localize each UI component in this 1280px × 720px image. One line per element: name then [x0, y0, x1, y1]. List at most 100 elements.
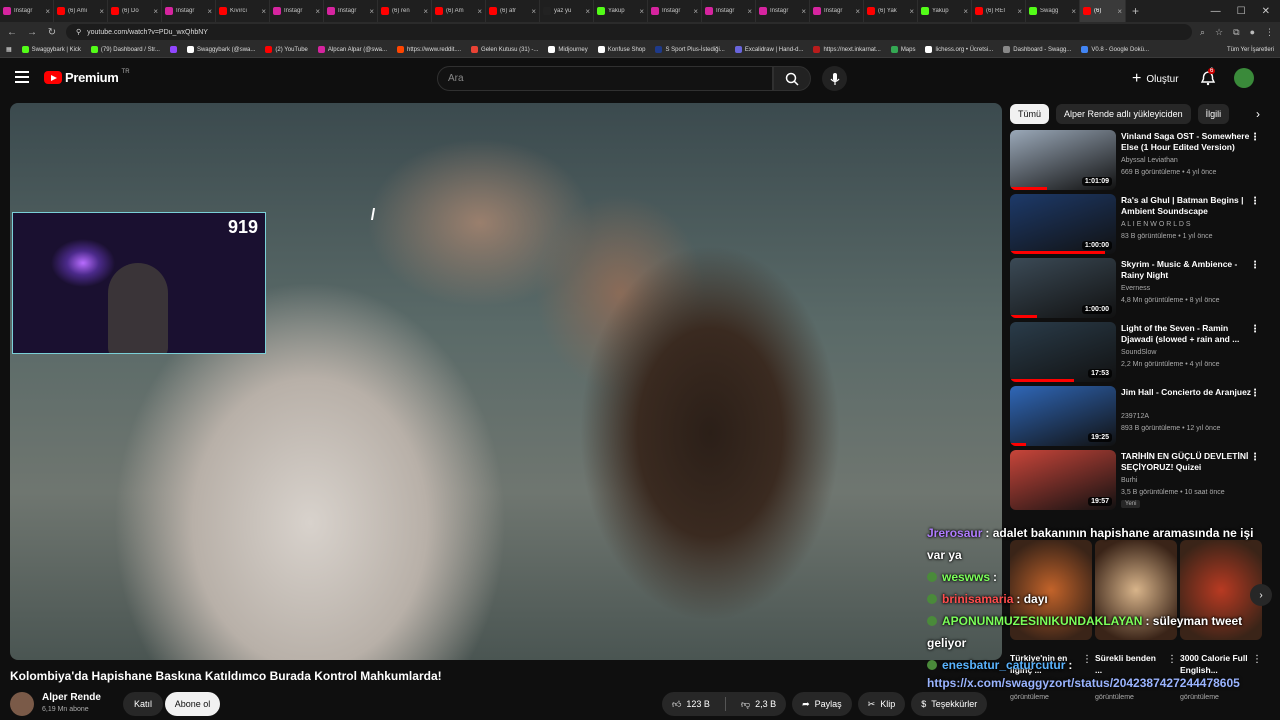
- tab-close-icon[interactable]: ×: [585, 7, 590, 16]
- recommendation-channel[interactable]: 239712A: [1121, 413, 1149, 420]
- forward-icon[interactable]: →: [26, 27, 38, 38]
- bookmark-item[interactable]: Gelen Kutusu (31) -...: [471, 46, 538, 53]
- video-thumbnail[interactable]: 17:53: [1010, 322, 1116, 382]
- bookmark-item[interactable]: [169, 46, 177, 53]
- join-button[interactable]: Katıl: [123, 692, 163, 716]
- tab-close-icon[interactable]: ×: [855, 7, 860, 16]
- recommendation-title[interactable]: Vinland Saga OST - Somewhere Else (1 Hou…: [1121, 131, 1257, 153]
- recommendation-item[interactable]: 1:01:09 Vinland Saga OST - Somewhere Else…: [1010, 130, 1272, 190]
- more-options-icon[interactable]: ⋮: [1250, 324, 1260, 335]
- dislike-button[interactable]: 👎︎ 2,3 B: [731, 692, 786, 716]
- chat-username[interactable]: enesbatur_caturcutur: [942, 658, 1065, 672]
- browser-tab[interactable]: Instagr ×: [810, 0, 864, 22]
- tab-close-icon[interactable]: ×: [693, 7, 698, 16]
- bookmark-item[interactable]: https://www.reddit....: [397, 46, 461, 53]
- recommendation-channel[interactable]: SoundSlow: [1121, 349, 1156, 356]
- chat-username[interactable]: weswws: [942, 570, 990, 584]
- bookmark-item[interactable]: Swaggybark | Kick: [21, 46, 81, 53]
- video-thumbnail[interactable]: 19:25: [1010, 386, 1116, 446]
- bookmark-item[interactable]: S Sport Plus-İstediği...: [655, 46, 725, 53]
- bookmark-item[interactable]: https://next.inkarnat...: [813, 46, 881, 53]
- filter-chip[interactable]: Tümü: [1010, 104, 1050, 124]
- reload-icon[interactable]: ↻: [46, 27, 58, 38]
- recommendation-item[interactable]: 17:53 Light of the Seven - Ramin Djawadi …: [1010, 322, 1272, 382]
- account-avatar[interactable]: [1234, 68, 1254, 88]
- tab-close-icon[interactable]: ×: [153, 7, 158, 16]
- video-player[interactable]: [10, 103, 1002, 660]
- bookmark-item[interactable]: Maps: [890, 46, 915, 53]
- browser-tab[interactable]: Yakup ×: [918, 0, 972, 22]
- maximize-icon[interactable]: ☐: [1237, 6, 1246, 17]
- more-options-icon[interactable]: ⋮: [1250, 260, 1260, 271]
- chat-username[interactable]: Jrerosaur: [927, 526, 982, 540]
- tab-close-icon[interactable]: ×: [1071, 7, 1076, 16]
- minimize-icon[interactable]: —: [1211, 6, 1221, 17]
- more-options-icon[interactable]: ⋮: [1250, 132, 1260, 143]
- like-button[interactable]: 👍︎ 123 B: [662, 692, 720, 716]
- recommendation-item[interactable]: 1:00:00 Ra's al Ghul | Batman Begins | Am…: [1010, 194, 1272, 254]
- search-input[interactable]: [448, 73, 772, 84]
- tab-close-icon[interactable]: ×: [477, 7, 482, 16]
- browser-tab[interactable]: Instagr ×: [702, 0, 756, 22]
- youtube-premium-logo[interactable]: Premium TR: [44, 69, 130, 85]
- browser-tab[interactable]: Instagr ×: [756, 0, 810, 22]
- tab-close-icon[interactable]: ×: [531, 7, 536, 16]
- tab-close-icon[interactable]: ×: [369, 7, 374, 16]
- filter-chip[interactable]: İlgili: [1197, 104, 1230, 124]
- browser-tab[interactable]: Instagr ×: [648, 0, 702, 22]
- channel-name[interactable]: Alper Rende: [42, 692, 101, 703]
- video-thumbnail[interactable]: 1:00:00: [1010, 194, 1116, 254]
- bookmark-item[interactable]: Dashboard - Swagg...: [1003, 46, 1071, 53]
- tab-close-icon[interactable]: ×: [1117, 7, 1122, 16]
- subscribe-button[interactable]: Abone ol: [165, 692, 220, 716]
- chat-link[interactable]: https://x.com/swaggyzort/status/20423874…: [927, 676, 1240, 690]
- chat-username[interactable]: APONUNMUZESINIKUNDAKLAYAN: [942, 614, 1142, 628]
- recommendation-title[interactable]: Ra's al Ghul | Batman Begins | Ambient S…: [1121, 195, 1257, 217]
- more-options-icon[interactable]: ⋮: [1250, 452, 1260, 463]
- tab-close-icon[interactable]: ×: [639, 7, 644, 16]
- back-icon[interactable]: ←: [6, 27, 18, 38]
- tab-close-icon[interactable]: ×: [801, 7, 806, 16]
- share-button[interactable]: ➦ Paylaş: [792, 692, 852, 716]
- bookmark-item[interactable]: lichess.org • Ücretsi...: [925, 46, 993, 53]
- browser-tab[interactable]: (6) afr ×: [486, 0, 540, 22]
- browser-menu-icon[interactable]: ⋮: [1265, 27, 1274, 38]
- browser-tab[interactable]: Instagr ×: [324, 0, 378, 22]
- clip-button[interactable]: ✂ Klip: [857, 692, 906, 716]
- browser-tab[interactable]: Swagg ×: [1026, 0, 1080, 22]
- tab-close-icon[interactable]: ×: [261, 7, 266, 16]
- bookmark-item[interactable]: (2) YouTube: [265, 46, 308, 53]
- menu-icon[interactable]: [15, 71, 29, 83]
- bookmark-item[interactable]: Alpcan Alpar (@swa...: [317, 46, 387, 53]
- tab-close-icon[interactable]: ×: [207, 7, 212, 16]
- tab-close-icon[interactable]: ×: [99, 7, 104, 16]
- tab-close-icon[interactable]: ×: [423, 7, 428, 16]
- chevron-right-icon[interactable]: ›: [1256, 107, 1272, 121]
- browser-tab[interactable]: (6) REI ×: [972, 0, 1026, 22]
- browser-tab[interactable]: yaz yu ×: [540, 0, 594, 22]
- bookmark-item[interactable]: (79) Dashboard / Str...: [90, 46, 160, 53]
- recommendation-title[interactable]: Jim Hall - Concierto de Aranjuez: [1121, 387, 1257, 398]
- channel-avatar[interactable]: [10, 692, 34, 716]
- recommendation-title[interactable]: Skyrim - Music & Ambience - Rainy Night: [1121, 259, 1257, 281]
- url-field[interactable]: ⚲ youtube.com/watch?v=PDu_wxQhbNY: [66, 24, 1192, 40]
- profile-icon[interactable]: ●: [1250, 27, 1255, 38]
- recommendation-channel[interactable]: Burhi: [1121, 477, 1137, 484]
- recommendation-channel[interactable]: Abyssal Leviathan: [1121, 157, 1178, 164]
- chat-username[interactable]: brinisamaria: [942, 592, 1013, 606]
- tab-close-icon[interactable]: ×: [1017, 7, 1022, 16]
- search-button[interactable]: [773, 66, 811, 91]
- browser-tab[interactable]: (6) Am ×: [432, 0, 486, 22]
- voice-search-button[interactable]: [822, 66, 847, 91]
- recommendation-channel[interactable]: Everness: [1121, 285, 1150, 292]
- more-options-icon[interactable]: ⋮: [1250, 196, 1260, 207]
- browser-tab[interactable]: (6) ×: [1080, 0, 1126, 22]
- bookmark-item[interactable]: Konfuse Shop: [597, 46, 645, 53]
- recommendation-item[interactable]: 1:00:00 Skyrim - Music & Ambience - Rainy…: [1010, 258, 1272, 318]
- recommendation-channel[interactable]: A L I E N W O R L D S: [1121, 221, 1191, 228]
- browser-tab[interactable]: (6) Ami ×: [54, 0, 108, 22]
- site-info-icon[interactable]: ⚲: [76, 28, 81, 36]
- browser-tab[interactable]: Kıvırcı ×: [216, 0, 270, 22]
- recommendation-title[interactable]: TARİHİN EN GÜÇLÜ DEVLETİNİ SEÇİYORUZ! Qu…: [1121, 451, 1257, 473]
- new-tab-icon[interactable]: +: [1126, 4, 1145, 18]
